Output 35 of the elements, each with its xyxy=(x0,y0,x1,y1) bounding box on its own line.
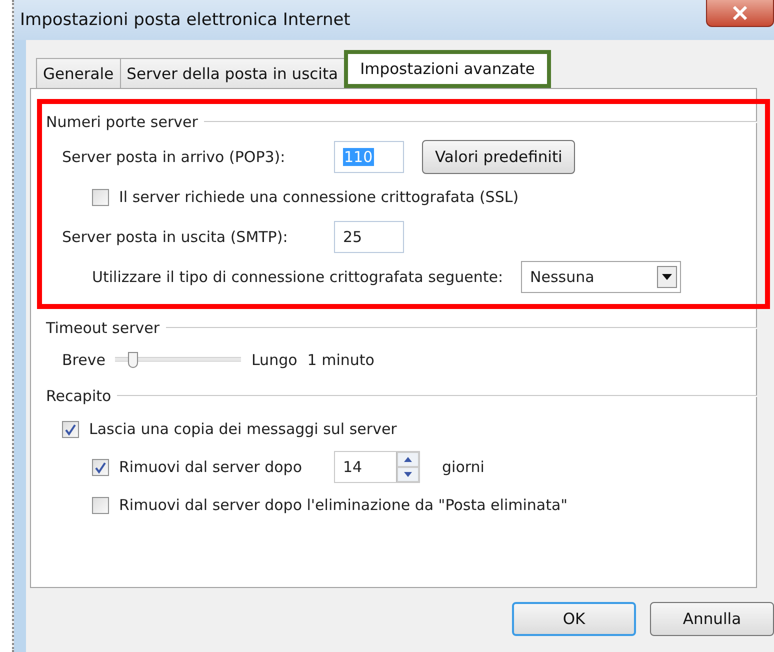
tab[interactable]: Server della posta in uscita xyxy=(120,58,346,88)
dialog-button[interactable]: OK xyxy=(512,602,636,636)
slider-thumb[interactable] xyxy=(128,352,138,368)
checkbox-label: Rimuovi dal server dopo l'eliminazione da "Posta eliminata" xyxy=(119,496,568,514)
timeout-value: 1 minuto xyxy=(307,351,374,369)
window-title: Impostazioni posta elettronica Internet xyxy=(20,10,350,30)
tab[interactable]: Generale xyxy=(36,58,121,88)
dialog-button[interactable]: Annulla xyxy=(650,602,774,636)
checkbox-label: Il server richiede una connessione crittografata (SSL) xyxy=(119,188,519,206)
tab[interactable]: Impostazioni avanzate xyxy=(344,50,551,88)
checkbox[interactable] xyxy=(92,188,109,206)
group-title: Numeri porte server xyxy=(46,113,198,131)
dropdown[interactable]: Nessuna xyxy=(521,261,682,293)
spin-down-button[interactable] xyxy=(397,467,419,482)
group-title: Recapito xyxy=(46,387,112,405)
field-label: Server posta in arrivo (POP3): xyxy=(62,148,286,166)
down-arrow-icon xyxy=(404,472,412,477)
field-label: Server posta in uscita (SMTP): xyxy=(62,228,289,246)
checkbox[interactable] xyxy=(62,420,79,438)
unit-label: giorni xyxy=(442,458,484,476)
close-button[interactable] xyxy=(706,0,774,27)
spin-field[interactable]: 14 xyxy=(334,451,420,483)
checkbox[interactable] xyxy=(92,458,109,476)
input-field[interactable]: 25 xyxy=(334,221,404,253)
close-icon xyxy=(732,6,748,20)
spin-up-button[interactable] xyxy=(397,452,419,467)
up-arrow-icon xyxy=(404,457,412,462)
checkbox-label: Rimuovi dal server dopo xyxy=(119,458,302,476)
slider-min-label: Breve xyxy=(62,351,106,369)
field-label: Utilizzare il tipo di connessione crittografata seguente: xyxy=(92,268,504,286)
group-title: Timeout server xyxy=(46,319,160,337)
checkbox-label: Lascia una copia dei messaggi sul server xyxy=(89,420,397,438)
defaults-button[interactable]: Valori predefiniti xyxy=(422,140,576,174)
checkbox[interactable] xyxy=(92,496,109,514)
slider-max-label: Lungo xyxy=(251,351,298,369)
